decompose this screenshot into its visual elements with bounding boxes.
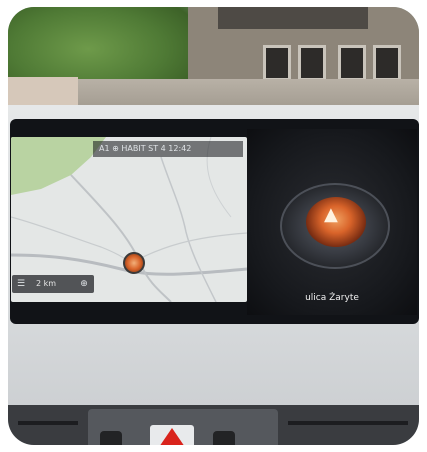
map-scale-label: 2 km <box>36 279 57 288</box>
nav-status-bar: A1 ⊕ HABIT ST 4 12:42 <box>93 141 243 157</box>
street-name-label: ulica Żaryte <box>305 293 359 303</box>
hazard-warning-icon <box>157 428 187 445</box>
dashboard-clip: A1 ⊕ HABIT ST 4 12:42 ☰ 2 km ⊕ ▲ ulica Ż… <box>8 7 419 445</box>
control-knob[interactable] <box>213 431 235 445</box>
vehicle-position-icon <box>123 252 145 274</box>
control-knob[interactable] <box>100 431 122 445</box>
heading-arrow-icon: ▲ <box>324 204 338 225</box>
vent-slot <box>288 421 408 425</box>
menu-icon[interactable]: ☰ <box>15 278 27 290</box>
map-controls-bar: ☰ 2 km ⊕ <box>12 275 94 293</box>
green-area <box>11 137 106 195</box>
vent-slot <box>18 421 78 425</box>
zoom-icon[interactable]: ⊕ <box>78 278 90 290</box>
